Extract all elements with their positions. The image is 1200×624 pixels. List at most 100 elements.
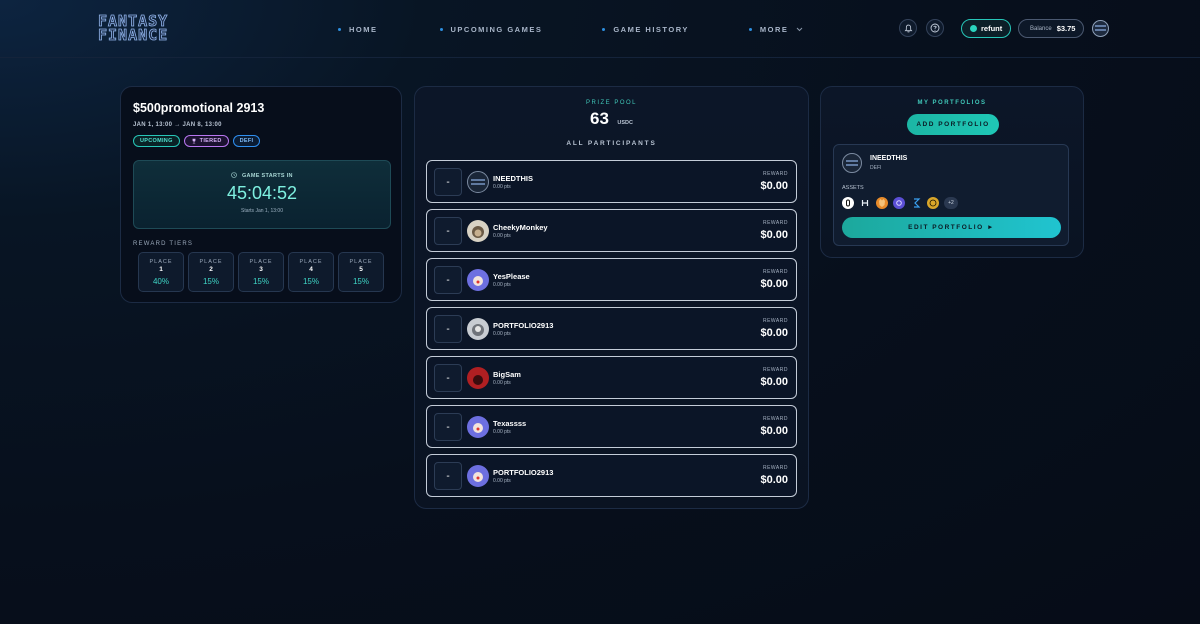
- user-avatar[interactable]: [1092, 20, 1109, 37]
- reward-value: $0.00: [760, 376, 788, 388]
- clown-avatar-icon: [473, 472, 483, 482]
- prize-pool-label: PRIZE POOL: [585, 100, 637, 106]
- reward-value: $0.00: [760, 229, 788, 241]
- reward-label: REWARD: [762, 220, 788, 226]
- trophy-icon: [192, 138, 196, 144]
- participant-points: 0.00 pts: [493, 478, 511, 484]
- rank-badge: -: [434, 413, 462, 441]
- participant-points: 0.00 pts: [493, 380, 511, 386]
- reward-value: $0.00: [760, 327, 788, 339]
- balance-button[interactable]: Balance $3.75: [1018, 19, 1084, 38]
- refunt-wallet-button[interactable]: refunt: [961, 19, 1011, 38]
- reward-label: REWARD: [762, 318, 788, 324]
- participant-row[interactable]: - PORTFOLIO2913 0.00 pts REWARD $0.00: [426, 307, 797, 350]
- participant-name: PORTFOLIO2913: [493, 468, 554, 477]
- rank-badge: -: [434, 217, 462, 245]
- help-button[interactable]: [926, 19, 944, 37]
- portfolio-card[interactable]: INEEDTHIS DEFI ASSETS +2 EDIT PORTFOLIO …: [833, 144, 1069, 246]
- fantasy-logo-avatar-icon: [846, 160, 858, 166]
- asset-token-icon: [910, 197, 922, 209]
- game-title: $500promotional 2913: [133, 101, 265, 115]
- assets-label: ASSETS: [842, 185, 864, 191]
- participant-row[interactable]: - INEEDTHIS 0.00 pts REWARD $0.00: [426, 160, 797, 203]
- my-portfolios-panel: MY PORTFOLIOS ADD PORTFOLIO INEEDTHIS DE…: [820, 86, 1084, 258]
- more-assets-badge: +2: [944, 197, 958, 209]
- clown-avatar-icon: [473, 276, 483, 286]
- reward-value: $0.00: [760, 278, 788, 290]
- participant-name: CheekyMonkey: [493, 223, 548, 232]
- avatar: [842, 153, 862, 173]
- wallet-status-icon: [970, 25, 977, 32]
- participant-row[interactable]: - YesPlease 0.00 pts REWARD $0.00: [426, 258, 797, 301]
- game-tags: UPCOMING TIERED DEFI: [133, 135, 264, 147]
- rank-badge: -: [434, 364, 462, 392]
- all-participants-label: ALL PARTICIPANTS: [566, 140, 657, 147]
- chevron-down-icon: [796, 25, 803, 34]
- reward-tier: PLACE 3 15%: [238, 252, 284, 292]
- bell-icon: [904, 24, 912, 32]
- edit-portfolio-button[interactable]: EDIT PORTFOLIO ►: [842, 217, 1061, 238]
- participant-points: 0.00 pts: [493, 282, 511, 288]
- avatar: [467, 171, 489, 193]
- reward-label: REWARD: [762, 367, 788, 373]
- asset-icons: +2: [842, 197, 958, 209]
- character-avatar-icon: [473, 375, 483, 385]
- countdown-box: GAME STARTS IN 45:04:52 Starts Jan 1, 13…: [133, 160, 391, 229]
- nav-game-history[interactable]: GAME HISTORY: [602, 22, 689, 36]
- monkey-avatar-icon: [472, 226, 484, 238]
- nav-upcoming-games[interactable]: UPCOMING GAMES: [439, 22, 543, 36]
- participant-row[interactable]: - Texassss 0.00 pts REWARD $0.00: [426, 405, 797, 448]
- nav-home[interactable]: HOME: [338, 22, 378, 36]
- participant-row[interactable]: - BigSam 0.00 pts REWARD $0.00: [426, 356, 797, 399]
- reward-value: $0.00: [760, 425, 788, 437]
- reward-tiers: PLACE 1 40% PLACE 2 15% PLACE 3 15% PLAC…: [138, 252, 388, 292]
- fantasy-finance-logo[interactable]: FANTASY FINANCE: [98, 13, 184, 44]
- reward-label: REWARD: [762, 465, 788, 471]
- fantasy-logo-avatar-icon: [471, 179, 485, 185]
- avatar: [467, 416, 489, 438]
- reward-tiers-label: REWARD TIERS: [133, 241, 194, 247]
- avatar: [467, 318, 489, 340]
- participant-row[interactable]: - PORTFOLIO2913 0.00 pts REWARD $0.00: [426, 454, 797, 497]
- reward-tier: PLACE 2 15%: [188, 252, 234, 292]
- reward-value: $0.00: [760, 474, 788, 486]
- avatar: [467, 269, 489, 291]
- status-badge: UPCOMING: [133, 135, 180, 147]
- reward-label: REWARD: [762, 416, 788, 422]
- add-portfolio-button[interactable]: ADD PORTFOLIO: [907, 114, 999, 135]
- game-date-range: JAN 1, 13:00 → JAN 8, 13:00: [133, 122, 222, 128]
- main-nav: HOME UPCOMING GAMES GAME HISTORY MORE: [338, 22, 865, 36]
- participant-name: PORTFOLIO2913: [493, 321, 554, 330]
- nav-more[interactable]: MORE: [748, 22, 804, 36]
- participant-points: 0.00 pts: [493, 233, 511, 239]
- shiba-token-icon: [876, 197, 888, 209]
- countdown-label: GAME STARTS IN: [241, 173, 293, 179]
- nav-dot-icon: [748, 27, 752, 31]
- participant-points: 0.00 pts: [493, 429, 511, 435]
- participant-points: 0.00 pts: [493, 184, 511, 190]
- participant-row[interactable]: - CheekyMonkey 0.00 pts REWARD $0.00: [426, 209, 797, 252]
- participant-name: BigSam: [493, 370, 521, 379]
- countdown-start-time: Starts Jan 1, 13:00: [241, 208, 283, 214]
- asset-token-icon: [927, 197, 939, 209]
- portfolio-name: INEEDTHIS: [870, 155, 908, 162]
- reward-label: REWARD: [762, 269, 788, 275]
- rank-badge: -: [434, 462, 462, 490]
- profile-logo-icon: [1095, 25, 1106, 31]
- nav-dot-icon: [602, 27, 606, 31]
- top-header: FANTASY FINANCE HOME UPCOMING GAMES GAME…: [0, 0, 1200, 58]
- asset-token-icon: [859, 197, 871, 209]
- rank-badge: -: [434, 168, 462, 196]
- notifications-button[interactable]: [899, 19, 917, 37]
- participant-name: Texassss: [493, 419, 527, 428]
- reward-label: REWARD: [762, 171, 788, 177]
- participants-panel: PRIZE POOL 63 USDC ALL PARTICIPANTS - IN…: [414, 86, 809, 509]
- rank-badge: -: [434, 266, 462, 294]
- reward-tier: PLACE 4 15%: [288, 252, 334, 292]
- question-circle-icon: [930, 23, 940, 33]
- participant-points: 0.00 pts: [493, 331, 511, 337]
- game-info-panel: $500promotional 2913 JAN 1, 13:00 → JAN …: [120, 86, 402, 303]
- nav-dot-icon: [439, 27, 443, 31]
- reward-tier: PLACE 1 40%: [138, 252, 184, 292]
- tiered-badge: TIERED: [183, 135, 229, 147]
